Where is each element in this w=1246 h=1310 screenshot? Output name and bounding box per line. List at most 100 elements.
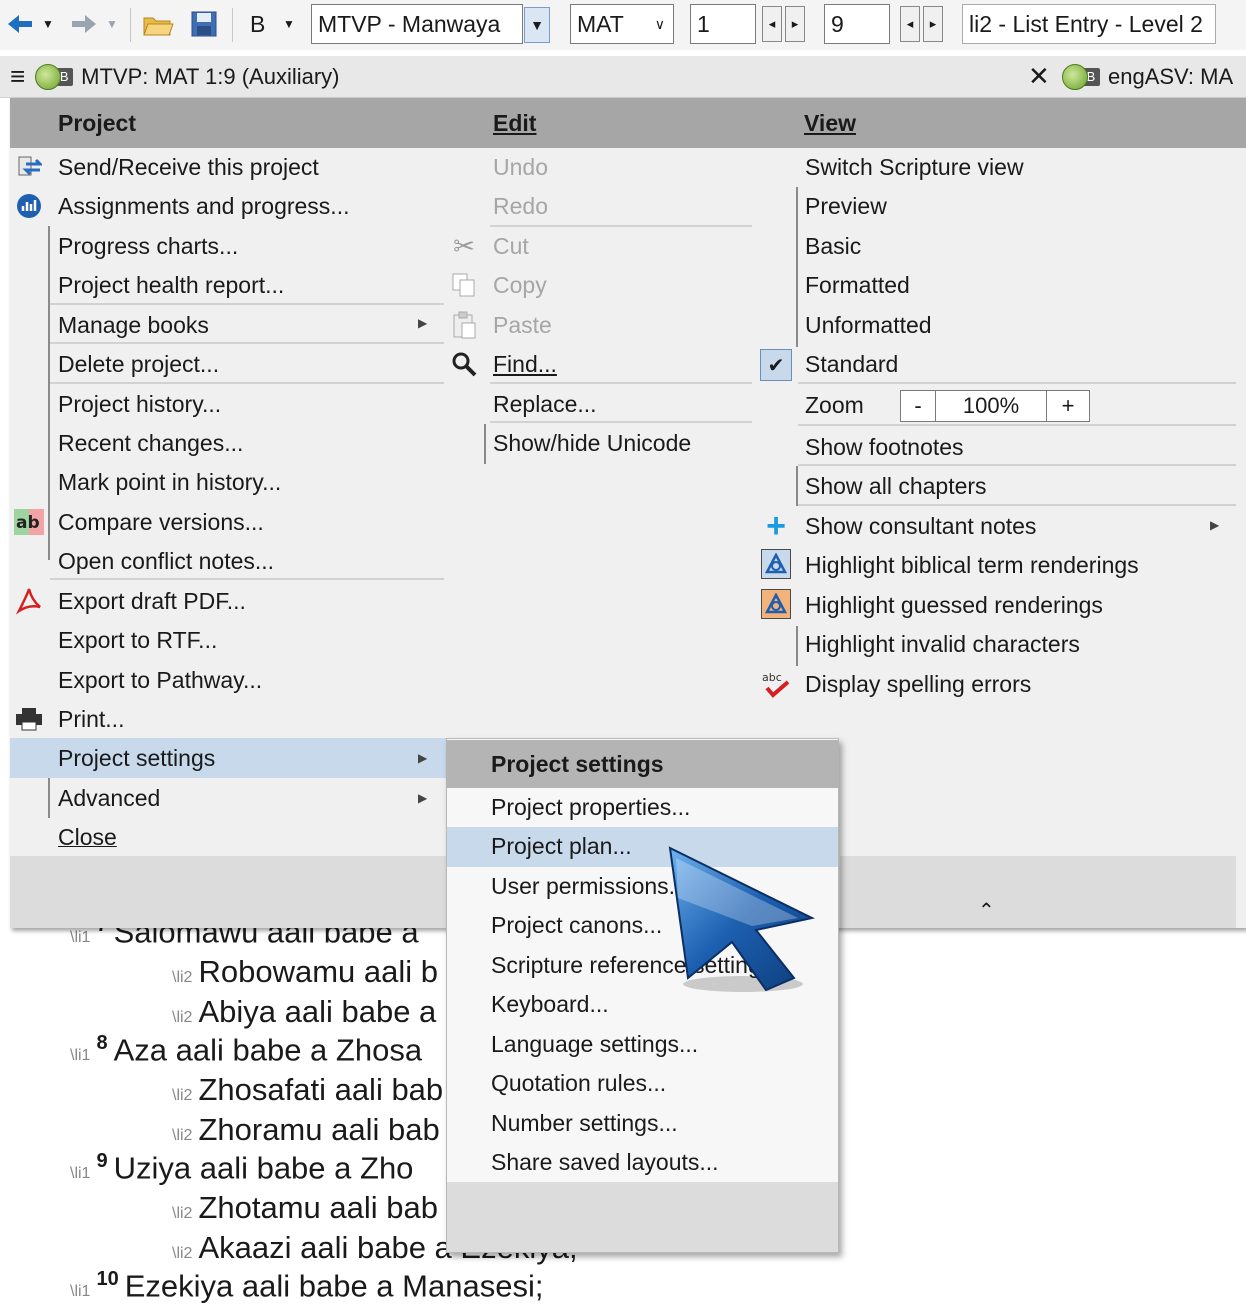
verse-next-button[interactable]: ▸ bbox=[923, 6, 943, 42]
bold-button[interactable]: B bbox=[250, 4, 265, 44]
guessed-renderings-icon bbox=[761, 589, 791, 619]
save-icon bbox=[191, 11, 217, 37]
verse-line[interactable]: \li2 Zhotamu aali bab bbox=[172, 1190, 438, 1226]
open-button[interactable] bbox=[142, 4, 174, 44]
submenu-footer bbox=[447, 1182, 838, 1252]
zoom-out-button[interactable]: - bbox=[900, 390, 936, 422]
submenu-arrow-icon: ▶ bbox=[1210, 518, 1220, 532]
open-folder-icon bbox=[143, 17, 174, 36]
menu-item-replace[interactable]: Replace... bbox=[493, 385, 597, 423]
menu-item-show-all-chapters[interactable]: Show all chapters bbox=[805, 467, 987, 505]
compare-icon: ab bbox=[14, 507, 44, 537]
mouse-cursor-icon bbox=[668, 846, 816, 992]
bold-dropdown-icon[interactable]: ▼ bbox=[283, 4, 295, 44]
menu-item-find[interactable]: Find... bbox=[452, 345, 557, 383]
svg-text:abc: abc bbox=[762, 671, 782, 684]
menu-item-recent-changes[interactable]: Recent changes... bbox=[58, 424, 243, 462]
verse-line[interactable]: \li18 Aza aali babe a Zhosa bbox=[70, 1032, 422, 1068]
chapter-field[interactable]: 1 bbox=[690, 4, 756, 44]
menu-item-basic[interactable]: Basic bbox=[805, 227, 861, 265]
menu-item-formatted[interactable]: Formatted bbox=[805, 266, 910, 304]
menu-item-delete-project[interactable]: Delete project... bbox=[58, 345, 219, 383]
menu-item-paste[interactable]: Paste bbox=[453, 306, 552, 344]
menu-item-manage-books[interactable]: Manage books bbox=[58, 306, 209, 344]
verse-line[interactable]: \li2 Zhosafati aali bab bbox=[172, 1072, 443, 1108]
project-dropdown-button[interactable]: ▼ bbox=[524, 7, 550, 43]
menu-item-preview[interactable]: Preview bbox=[805, 187, 887, 225]
window-titlebar: ≡ B MTVP: MAT 1:9 (Auxiliary) ✕ B engASV… bbox=[0, 56, 1246, 98]
menu-item-export-pdf[interactable]: Export draft PDF... bbox=[16, 582, 246, 620]
submenu-item-number-settings[interactable]: Number settings... bbox=[491, 1104, 678, 1142]
verse-prev-button[interactable]: ◂ bbox=[900, 6, 920, 42]
back-dropdown-icon[interactable]: ▼ bbox=[42, 4, 54, 44]
menu-item-undo[interactable]: Undo bbox=[493, 148, 548, 186]
menu-footer bbox=[840, 856, 1236, 928]
menu-item-standard[interactable]: Standard bbox=[805, 345, 898, 383]
menu-item-export-pathway[interactable]: Export to Pathway... bbox=[58, 661, 262, 699]
menu-item-highlight-biblical-terms[interactable]: Highlight biblical term renderings bbox=[805, 546, 1139, 584]
menu-item-close[interactable]: Close bbox=[58, 818, 117, 856]
verse-line[interactable]: \li2 Zhoramu aali bab bbox=[172, 1112, 440, 1148]
submenu-item-language-settings[interactable]: Language settings... bbox=[491, 1025, 698, 1063]
zoom-in-button[interactable]: + bbox=[1046, 390, 1090, 422]
style-selector[interactable]: li2 - List Entry - Level 2 bbox=[962, 4, 1216, 44]
menu-item-mark-point[interactable]: Mark point in history... bbox=[58, 463, 281, 501]
copy-icon bbox=[449, 270, 479, 300]
back-arrow-icon bbox=[8, 15, 32, 33]
menu-item-export-rtf[interactable]: Export to RTF... bbox=[58, 621, 217, 659]
menu-header-edit: Edit bbox=[446, 98, 756, 148]
menu-item-print[interactable]: Print... bbox=[16, 700, 124, 738]
main-toolbar: ▼ ▼ B ▼ MTVP - Manwaya ▼ MAT ∨ 1 ◂ ▸ 9 ◂… bbox=[0, 0, 1246, 50]
submenu-arrow-icon: ▶ bbox=[418, 751, 428, 765]
hamburger-icon[interactable]: ≡ bbox=[10, 61, 25, 92]
verse-line[interactable]: \li2 Robowamu aali b bbox=[172, 954, 438, 990]
verse-line[interactable]: \li19 Uziya aali babe a Zho bbox=[70, 1150, 413, 1186]
submenu-item-share-layouts[interactable]: Share saved layouts... bbox=[491, 1143, 719, 1181]
submenu-item-quotation-rules[interactable]: Quotation rules... bbox=[491, 1064, 666, 1102]
forward-button[interactable] bbox=[70, 4, 98, 44]
menu-item-copy[interactable]: Copy bbox=[452, 266, 547, 304]
menu-item-display-spelling[interactable]: abc Display spelling errors bbox=[762, 665, 1031, 703]
menu-item-show-unicode[interactable]: Show/hide Unicode bbox=[493, 424, 691, 462]
back-button[interactable] bbox=[6, 4, 34, 44]
other-tab[interactable]: B engASV: MA bbox=[1062, 63, 1233, 90]
menu-item-show-footnotes[interactable]: Show footnotes bbox=[805, 428, 964, 466]
forward-dropdown-icon[interactable]: ▼ bbox=[106, 4, 118, 44]
verse-field[interactable]: 9 bbox=[824, 4, 890, 44]
menu-item-highlight-guessed[interactable]: Highlight guessed renderings bbox=[805, 586, 1103, 624]
pdf-icon bbox=[14, 586, 44, 616]
menu-item-switch-scripture-view[interactable]: Switch Scripture view bbox=[805, 148, 1024, 186]
menu-item-show-consultant-notes[interactable]: + Show consultant notes bbox=[766, 507, 1036, 545]
verse-line[interactable]: \li2 Abiya aali babe a bbox=[172, 994, 436, 1030]
submenu-item-project-canons[interactable]: Project canons... bbox=[491, 906, 662, 944]
menu-item-project-history[interactable]: Project history... bbox=[58, 385, 221, 423]
chapter-prev-button[interactable]: ◂ bbox=[762, 6, 782, 42]
zoom-value[interactable]: 100% bbox=[935, 390, 1047, 422]
submenu-item-keyboard[interactable]: Keyboard... bbox=[491, 985, 609, 1023]
chapter-next-button[interactable]: ▸ bbox=[785, 6, 805, 42]
menu-item-progress-charts[interactable]: Progress charts... bbox=[58, 227, 238, 265]
menu-item-health-report[interactable]: Project health report... bbox=[58, 266, 284, 304]
menu-item-redo[interactable]: Redo bbox=[493, 187, 548, 225]
menu-item-unformatted[interactable]: Unformatted bbox=[805, 306, 932, 344]
caret-up-icon[interactable]: ⌃ bbox=[978, 898, 995, 923]
menu-item-assignments[interactable]: Assignments and progress... bbox=[17, 187, 349, 225]
menu-item-advanced[interactable]: Advanced bbox=[58, 779, 160, 817]
submenu-item-project-properties[interactable]: Project properties... bbox=[491, 788, 690, 826]
menu-item-project-settings[interactable]: Project settings bbox=[58, 739, 215, 777]
menu-item-cut[interactable]: ✂ Cut bbox=[453, 227, 529, 265]
menu-item-open-conflict-notes[interactable]: Open conflict notes... bbox=[58, 542, 274, 580]
book-selector[interactable]: MAT ∨ bbox=[570, 4, 674, 44]
submenu-item-project-plan[interactable]: Project plan... bbox=[491, 827, 632, 865]
cut-icon: ✂ bbox=[453, 230, 475, 261]
menu-item-compare-versions[interactable]: ab Compare versions... bbox=[14, 503, 264, 541]
menu-header-project: Project bbox=[10, 98, 446, 148]
save-button[interactable] bbox=[190, 4, 218, 44]
menu-item-send-receive[interactable]: Send/Receive this project bbox=[18, 148, 319, 186]
biblical-term-icon bbox=[761, 549, 791, 579]
menu-item-highlight-invalid[interactable]: Highlight invalid characters bbox=[805, 625, 1080, 663]
send-receive-icon bbox=[14, 152, 44, 182]
close-tab-icon[interactable]: ✕ bbox=[1028, 61, 1050, 92]
project-selector[interactable]: MTVP - Manwaya bbox=[311, 4, 523, 44]
verse-line[interactable]: \li110 Ezekiya aali babe a Manasesi; bbox=[70, 1268, 543, 1304]
